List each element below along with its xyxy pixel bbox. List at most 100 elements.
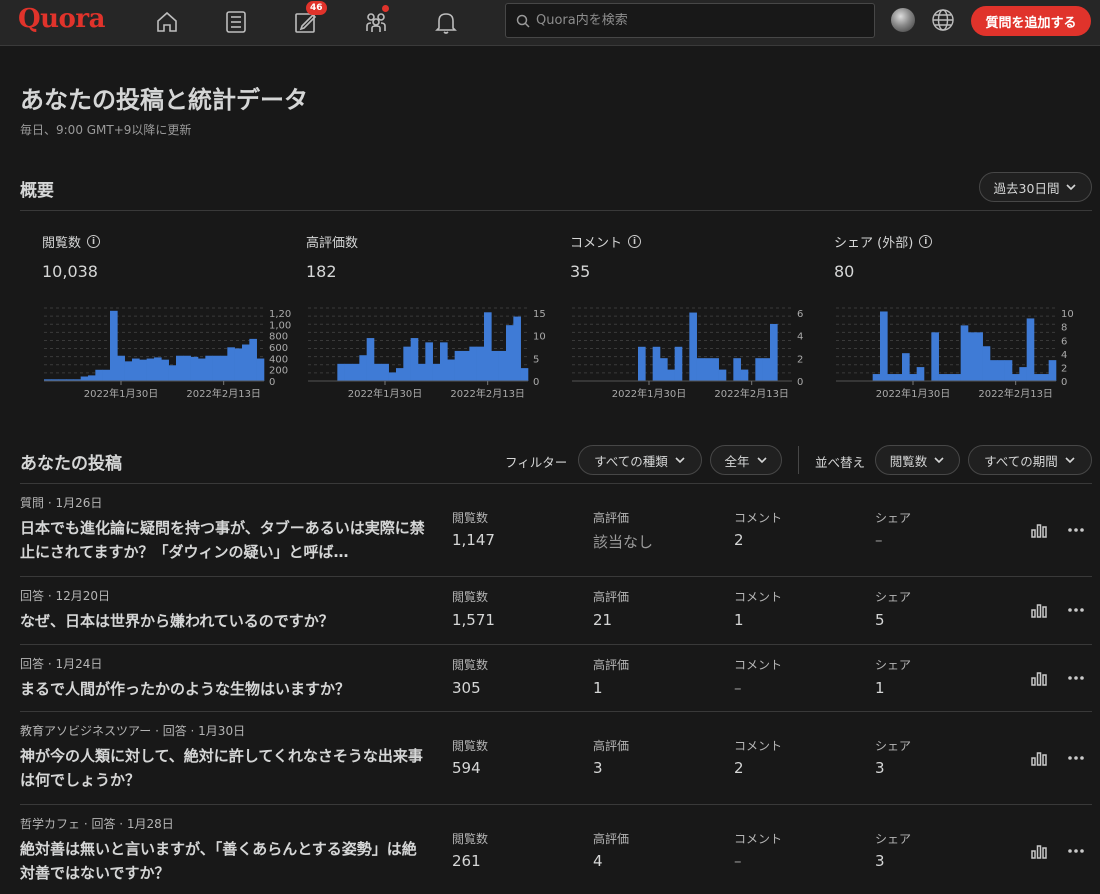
- chart-bar: [220, 355, 228, 381]
- chart-bar: [337, 363, 345, 381]
- people-icon[interactable]: [360, 5, 392, 37]
- stats-icon[interactable]: [1030, 749, 1048, 767]
- chart-bar: [469, 346, 477, 381]
- views-chart: 0 200 400 600 800 1,00 1,20 2022年1月30日 2022年2月13…: [42, 300, 292, 410]
- post-title[interactable]: 神が今の人類に対して、絶対に許してくれなさそうな出来事は何でしょうか？: [20, 744, 430, 792]
- metric-comments-label: コメント i: [570, 232, 642, 251]
- metric-label-text: シェア (外部): [834, 236, 914, 251]
- chevron-down-icon: [1065, 457, 1075, 464]
- chart-bar: [190, 356, 199, 381]
- period-dropdown[interactable]: 過去30日間: [979, 172, 1092, 202]
- chart-bar: [381, 363, 389, 381]
- post-title[interactable]: 絶対善は無いと言いますが、「善くあらんとする姿勢」は絶対善ではないですか？: [20, 837, 430, 885]
- views-value: 261: [452, 852, 481, 870]
- post-row[interactable]: 教育アソビジネスツアー · 回答 · 1月30日 神が今の人類に対して、絶対に許…: [20, 712, 1092, 805]
- comments-label: コメント: [734, 832, 783, 846]
- chart-bar: [366, 338, 375, 381]
- comments-chart: 0 2 4 6 2022年1月30日 2022年2月13日: [570, 300, 820, 410]
- shares-label: シェア: [875, 511, 912, 525]
- add-question-button[interactable]: 質問を追加する: [971, 6, 1091, 36]
- search-input[interactable]: [536, 13, 856, 28]
- chart-bar: [168, 365, 177, 381]
- type-filter-dropdown[interactable]: すべての種類: [578, 445, 702, 475]
- more-options-icon[interactable]: [1067, 521, 1085, 539]
- post-meta: 回答 · 12月20日: [20, 589, 110, 603]
- chart-bar: [484, 312, 492, 381]
- post-row[interactable]: 回答 · 12月20日 なぜ、日本は世界から嫌われているのですか？ 閲覧数 1,…: [20, 577, 1092, 645]
- avatar[interactable]: [891, 8, 915, 32]
- upvotes-chart-svg: 0 5 10 15 2022年1月30日 2022年2月13日: [308, 307, 546, 400]
- upvotes-label: 高評価: [593, 590, 630, 604]
- metric-shares-label: シェア (外部) i: [834, 232, 933, 251]
- chart-bar: [660, 358, 668, 381]
- metric-views-label: 閲覧数 i: [42, 232, 101, 251]
- stats-icon[interactable]: [1030, 669, 1048, 687]
- globe-icon[interactable]: [929, 6, 957, 34]
- chart-bar: [198, 358, 206, 381]
- post-row[interactable]: 回答 · 1月24日 まるで人間が作ったかのような生物はいますか？ 閲覧数 30…: [20, 645, 1092, 712]
- shares-label: シェア: [875, 590, 912, 604]
- views-value: 1,147: [452, 531, 495, 549]
- x-tick-label: 2022年1月30日: [84, 387, 159, 400]
- comments-chart-svg: 0 2 4 6 2022年1月30日 2022年2月13日: [572, 307, 803, 400]
- chart-bar: [124, 361, 133, 381]
- post-title[interactable]: なぜ、日本は世界から嫌われているのですか？: [20, 609, 430, 633]
- stats-icon[interactable]: [1030, 601, 1048, 619]
- chart-bar: [1034, 374, 1042, 381]
- info-icon[interactable]: i: [87, 235, 101, 248]
- chart-bar: [689, 312, 697, 381]
- chart-bar: [139, 359, 147, 381]
- search-icon: [516, 14, 530, 28]
- more-options-icon[interactable]: [1067, 842, 1085, 860]
- chart-bar: [902, 353, 910, 381]
- metric-upvotes-label: 高評価数: [306, 232, 358, 251]
- year-filter-dropdown[interactable]: 全年: [710, 445, 782, 475]
- more-options-icon[interactable]: [1067, 601, 1085, 619]
- comments-label: コメント: [734, 658, 783, 672]
- y-tick-label: 0: [533, 377, 539, 388]
- edit-icon[interactable]: 46: [290, 1, 327, 37]
- chart-bar: [491, 350, 499, 381]
- chart-bar: [476, 346, 485, 381]
- shares-value: 3: [875, 759, 885, 777]
- info-icon[interactable]: i: [628, 235, 642, 248]
- search-box[interactable]: [505, 3, 875, 38]
- bell-icon[interactable]: [430, 7, 462, 37]
- chart-bar: [161, 359, 169, 381]
- x-tick-label: 2022年2月13日: [186, 387, 261, 400]
- type-filter-label: すべての種類: [594, 453, 668, 469]
- year-filter-label: 全年: [724, 453, 750, 469]
- post-row[interactable]: 質問 · 1月26日 日本でも進化論に疑問を持つ事が、タブーあるいは実際に禁止に…: [20, 484, 1092, 577]
- post-row[interactable]: 哲学カフェ · 回答 · 1月28日 絶対善は無いと言いますが、「善くあらんとす…: [20, 805, 1092, 894]
- home-icon[interactable]: [151, 7, 183, 37]
- shares-value: –: [875, 531, 883, 549]
- post-title[interactable]: まるで人間が作ったかのような生物はいますか？: [20, 677, 430, 701]
- views-label: 閲覧数: [452, 832, 489, 846]
- post-title[interactable]: 日本でも進化論に疑問を持つ事が、タブーあるいは実際に禁止にされてますか？「ダウィ…: [20, 516, 430, 564]
- post-meta: 教育アソビジネスツアー · 回答 · 1月30日: [20, 724, 246, 738]
- upvotes-value: 4: [593, 852, 603, 870]
- chart-bar: [95, 369, 103, 381]
- more-options-icon[interactable]: [1067, 669, 1085, 687]
- chart-bar: [227, 347, 235, 381]
- chart-bar: [755, 358, 763, 381]
- chart-bar: [242, 344, 250, 381]
- stats-icon[interactable]: [1030, 521, 1048, 539]
- chart-bar: [931, 332, 939, 381]
- info-icon[interactable]: i: [919, 235, 933, 248]
- list-icon[interactable]: [220, 7, 252, 37]
- stats-icon[interactable]: [1030, 842, 1048, 860]
- quora-logo[interactable]: Quora: [18, 4, 105, 34]
- chart-bar: [990, 360, 998, 381]
- views-label: 閲覧数: [452, 511, 489, 525]
- more-options-icon[interactable]: [1067, 749, 1085, 767]
- posts-heading: あなたの投稿: [20, 454, 122, 474]
- sort-dropdown[interactable]: 閲覧数: [875, 445, 960, 475]
- chart-bar: [762, 358, 771, 381]
- chart-bar: [212, 355, 221, 381]
- chart-bar: [388, 372, 397, 381]
- period-filter-dropdown[interactable]: すべての期間: [968, 445, 1092, 475]
- y-tick-label: 2: [1061, 363, 1067, 374]
- chart-bar: [880, 311, 888, 381]
- shares-value: 1: [875, 679, 885, 697]
